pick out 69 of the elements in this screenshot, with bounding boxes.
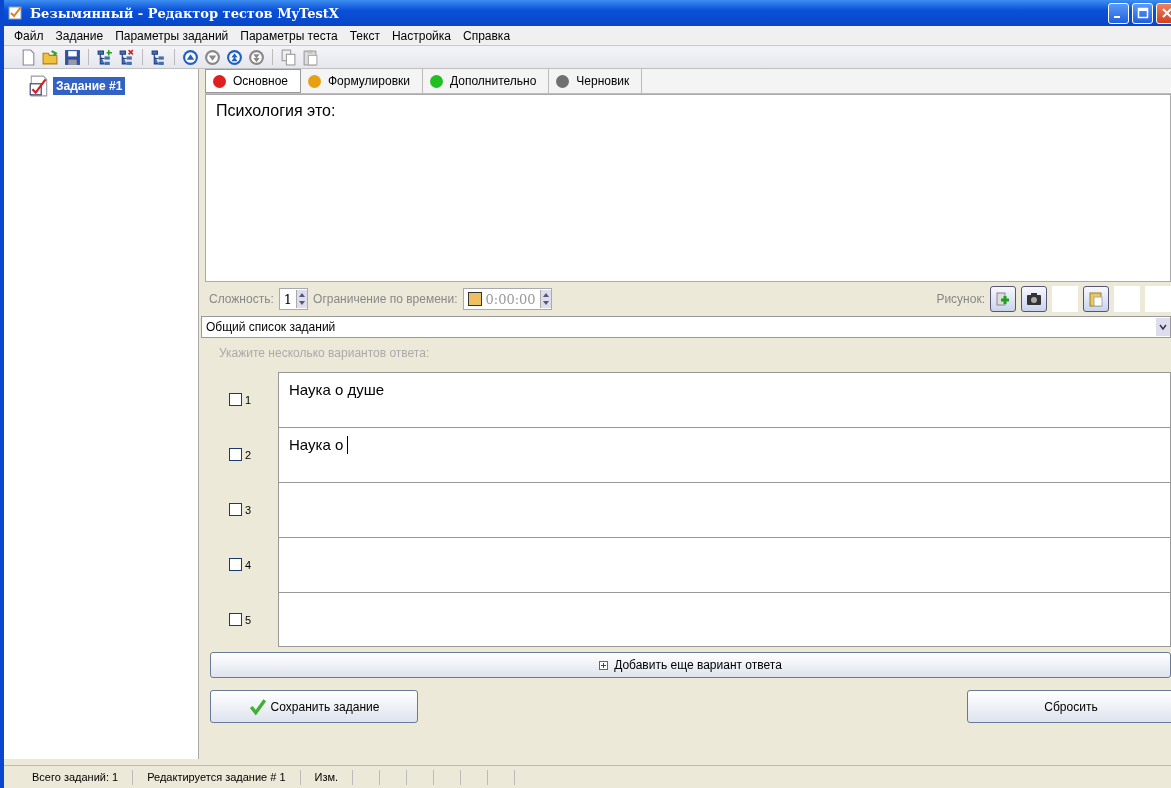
tree-item[interactable]: Задание #1 [53, 77, 126, 95]
save-icon[interactable] [64, 48, 81, 66]
tab-label[interactable]: Формулировки [328, 74, 410, 88]
answer-checkbox[interactable] [229, 558, 242, 571]
copy-icon[interactable] [280, 48, 297, 66]
picture-label: Рисунок: [936, 292, 985, 306]
checkmark-icon [248, 697, 267, 716]
difficulty-spinner[interactable]: 1 [278, 288, 309, 310]
camera-button[interactable] [1021, 286, 1047, 312]
checkbox-icon [8, 5, 24, 21]
maximize-icon [1136, 7, 1149, 19]
answer-checkbox[interactable] [229, 448, 242, 461]
minimize-button[interactable] [1108, 2, 1129, 24]
close-icon [1160, 7, 1171, 19]
plus-icon [599, 660, 609, 670]
maximize-button[interactable] [1132, 2, 1153, 24]
spin-arrows-icon[interactable] [296, 290, 308, 308]
new-file-icon[interactable] [20, 48, 37, 66]
tab-label[interactable]: Черновик [576, 74, 630, 88]
task-list-dropdown[interactable]: Общий список заданий [201, 316, 1171, 338]
move-top-icon[interactable] [226, 48, 243, 66]
paste-icon [1088, 291, 1104, 307]
difficulty-label: Сложность: [209, 292, 274, 306]
answer-field[interactable] [278, 537, 1171, 592]
answer-field[interactable] [278, 592, 1171, 647]
add-picture-button[interactable] [990, 286, 1016, 312]
delete-task-icon[interactable] [118, 48, 135, 66]
tab-label[interactable]: Дополнительно [449, 74, 537, 88]
menu-item[interactable]: Текст [343, 28, 386, 43]
answer-number: 3 [245, 503, 252, 516]
camera-icon [1026, 291, 1042, 307]
open-folder-icon[interactable] [42, 48, 59, 66]
hint-text: Укажите несколько вариантов ответа: [218, 345, 431, 362]
add-task-icon[interactable] [96, 48, 113, 66]
task-icon [28, 75, 50, 97]
status-text: Изм. [300, 769, 354, 785]
menu-item[interactable]: Параметры теста [234, 28, 344, 43]
answer-number: 4 [245, 558, 252, 571]
answer-number: 5 [245, 613, 252, 626]
menu-item[interactable]: Настройка [385, 28, 457, 43]
answer-checkbox[interactable] [229, 613, 242, 626]
menu-item[interactable]: Справка [457, 28, 517, 43]
menu-item[interactable]: Параметры заданий [109, 28, 235, 43]
add-image-icon [995, 291, 1011, 307]
spin-arrows-icon[interactable] [539, 290, 551, 308]
answer-number: 2 [245, 448, 252, 461]
task-tree-icon[interactable] [150, 48, 167, 66]
status-text: Редактируется задание # 1 [133, 769, 301, 785]
time-limit-label: Ограничение по времени: [313, 292, 458, 306]
menu-item[interactable]: Файл [8, 28, 50, 43]
answer-field[interactable] [278, 482, 1171, 537]
answer-checkbox[interactable] [229, 393, 242, 406]
window-title: Безымянный - Редактор тестов MyTestX [30, 5, 339, 21]
save-task-button[interactable]: Сохранить задание [210, 690, 418, 723]
paste-picture-button[interactable] [1083, 286, 1109, 312]
menu-item[interactable]: Задание [49, 28, 110, 43]
close-button[interactable] [1156, 2, 1171, 24]
answer-field[interactable]: Наука о душе [278, 372, 1171, 427]
minimize-icon [1113, 16, 1120, 18]
add-answer-button[interactable]: Добавить еще вариант ответа [210, 652, 1171, 678]
answer-checkbox[interactable] [229, 503, 242, 516]
move-down-icon[interactable] [204, 48, 221, 66]
move-up-icon[interactable] [182, 48, 199, 66]
status-text: Всего заданий: 1 [4, 769, 134, 785]
answer-number: 1 [245, 393, 252, 406]
reset-button[interactable]: Сбросить [967, 690, 1171, 723]
question-text-area[interactable]: Психология это: [205, 94, 1171, 282]
move-bottom-icon[interactable] [248, 48, 265, 66]
answer-field[interactable]: Наука о [278, 427, 1171, 482]
